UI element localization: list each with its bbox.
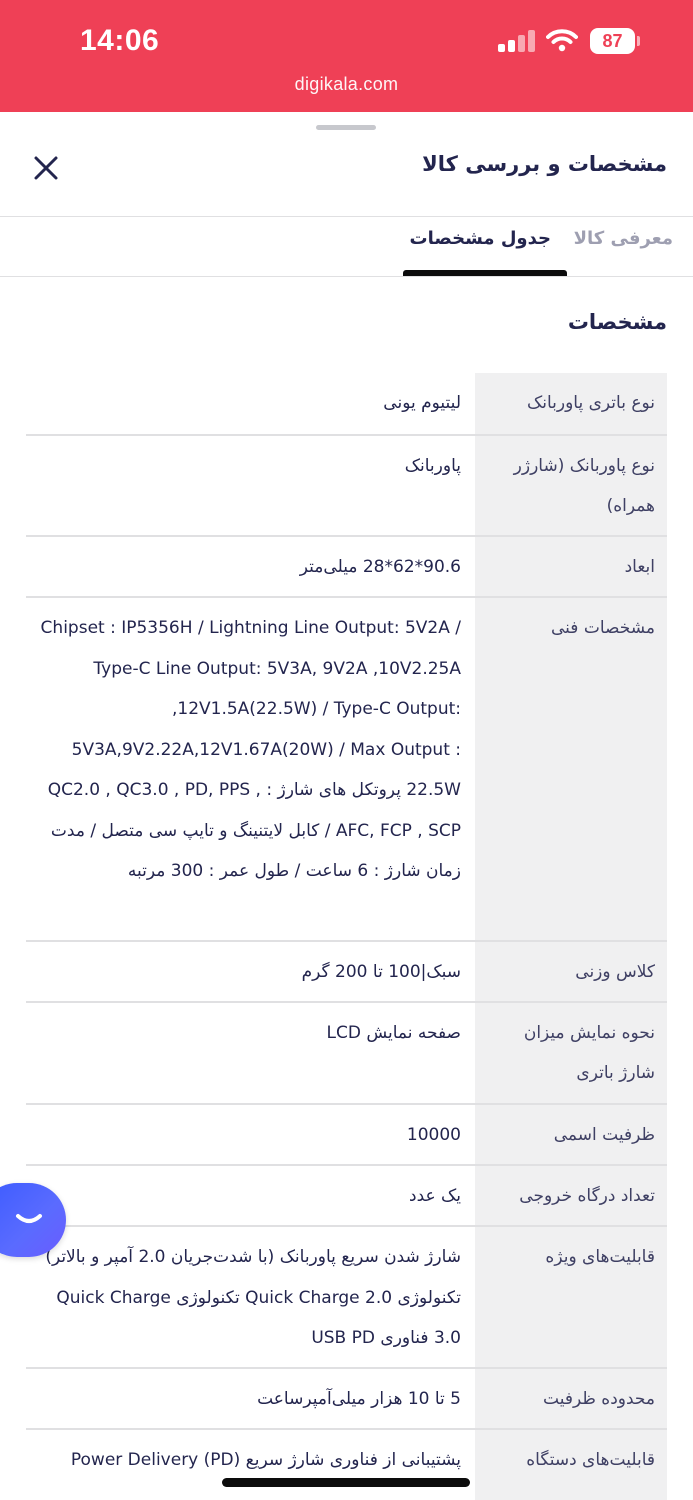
battery-icon: 87 xyxy=(590,28,640,54)
spec-value: پشتیبانی از فناوری شارژ سریع Power Deliv… xyxy=(70,1450,461,1470)
spec-table: نوع باتری پاوربانک لیتیوم یونی نوع پاورب… xyxy=(26,373,667,1500)
spec-value: یک عدد xyxy=(409,1186,461,1206)
spec-key: ابعاد xyxy=(475,537,667,596)
spec-row-capacity-range: محدوده ظرفیت 5 تا 10 هزار میلی‌آمپرساعت xyxy=(26,1369,667,1430)
cellular-signal-icon xyxy=(498,30,535,52)
close-icon xyxy=(34,156,58,180)
tab-spec-table[interactable]: جدول مشخصات xyxy=(410,228,551,249)
spec-row-dimensions: ابعاد 90.6*62*28 میلی‌متر xyxy=(26,537,667,598)
tabs-divider xyxy=(0,276,693,277)
battery-level: 87 xyxy=(590,28,635,54)
spec-key: قابلیت‌های ویژه xyxy=(475,1227,667,1367)
spec-key: محدوده ظرفیت xyxy=(475,1369,667,1428)
spec-row-battery-type: نوع باتری پاوربانک لیتیوم یونی xyxy=(26,373,667,436)
close-button[interactable] xyxy=(28,150,64,186)
spec-key: کلاس وزنی xyxy=(475,942,667,1001)
spec-value: پاوربانک xyxy=(404,456,461,476)
header-divider xyxy=(0,216,693,217)
sheet-title: مشخصات و بررسی کالا xyxy=(422,152,667,176)
spec-key: نحوه نمایش میزان شارژ باتری xyxy=(475,1003,667,1103)
spec-row-nominal-capacity: ظرفیت اسمی 10000 xyxy=(26,1105,667,1166)
spec-key: نوع باتری پاوربانک xyxy=(475,373,667,434)
status-time: 14:06 xyxy=(80,24,160,57)
spec-key: ظرفیت اسمی xyxy=(475,1105,667,1164)
spec-key: قابلیت‌های دستگاه xyxy=(475,1430,667,1500)
spec-row-weight-class: کلاس وزنی سبک|100 تا 200 گرم xyxy=(26,942,667,1003)
spec-row-special-features: قابلیت‌های ویژه شارژ شدن سریع پاوربانک (… xyxy=(26,1227,667,1369)
spec-value: لیتیوم یونی xyxy=(383,393,461,413)
tab-product-intro[interactable]: معرفی کالا xyxy=(574,228,673,249)
spec-row-charge-display: نحوه نمایش میزان شارژ باتری صفحه نمایش L… xyxy=(26,1003,667,1105)
spec-value: 5 تا 10 هزار میلی‌آمپرساعت xyxy=(257,1389,461,1409)
spec-row-technical-specs: مشخصات فنی Chipset : IP5356H / Lightning… xyxy=(26,598,667,942)
spec-value: سبک|100 تا 200 گرم xyxy=(301,962,461,982)
page-url[interactable]: digikala.com xyxy=(0,74,693,95)
spec-value: شارژ شدن سریع پاوربانک (با شدت‌جریان 2.0… xyxy=(45,1247,461,1348)
spec-value: صفحه نمایش LCD xyxy=(326,1023,461,1043)
spec-key: نوع پاوربانک (شارژر همراه) xyxy=(475,436,667,535)
spec-value: 90.6*62*28 میلی‌متر xyxy=(299,557,461,577)
spec-value: 10000 xyxy=(406,1125,461,1145)
spec-row-device-features: قابلیت‌های دستگاه پشتیبانی از فناوری شار… xyxy=(26,1430,667,1500)
spec-key: تعداد درگاه خروجی xyxy=(475,1166,667,1225)
wifi-icon xyxy=(546,29,578,52)
battery-tip xyxy=(637,36,640,46)
spec-row-output-ports: تعداد درگاه خروجی یک عدد xyxy=(26,1166,667,1227)
spec-key: مشخصات فنی xyxy=(475,598,667,940)
status-bar: 14:06 87 digikala.com xyxy=(0,0,693,112)
spec-row-powerbank-type: نوع پاوربانک (شارژر همراه) پاوربانک xyxy=(26,436,667,537)
home-indicator xyxy=(222,1478,470,1487)
chat-smile-icon xyxy=(16,1214,42,1223)
specs-section-title: مشخصات xyxy=(567,310,667,334)
sheet-grabber[interactable] xyxy=(316,125,376,130)
spec-value: Chipset : IP5356H / Lightning Line Outpu… xyxy=(40,618,461,881)
